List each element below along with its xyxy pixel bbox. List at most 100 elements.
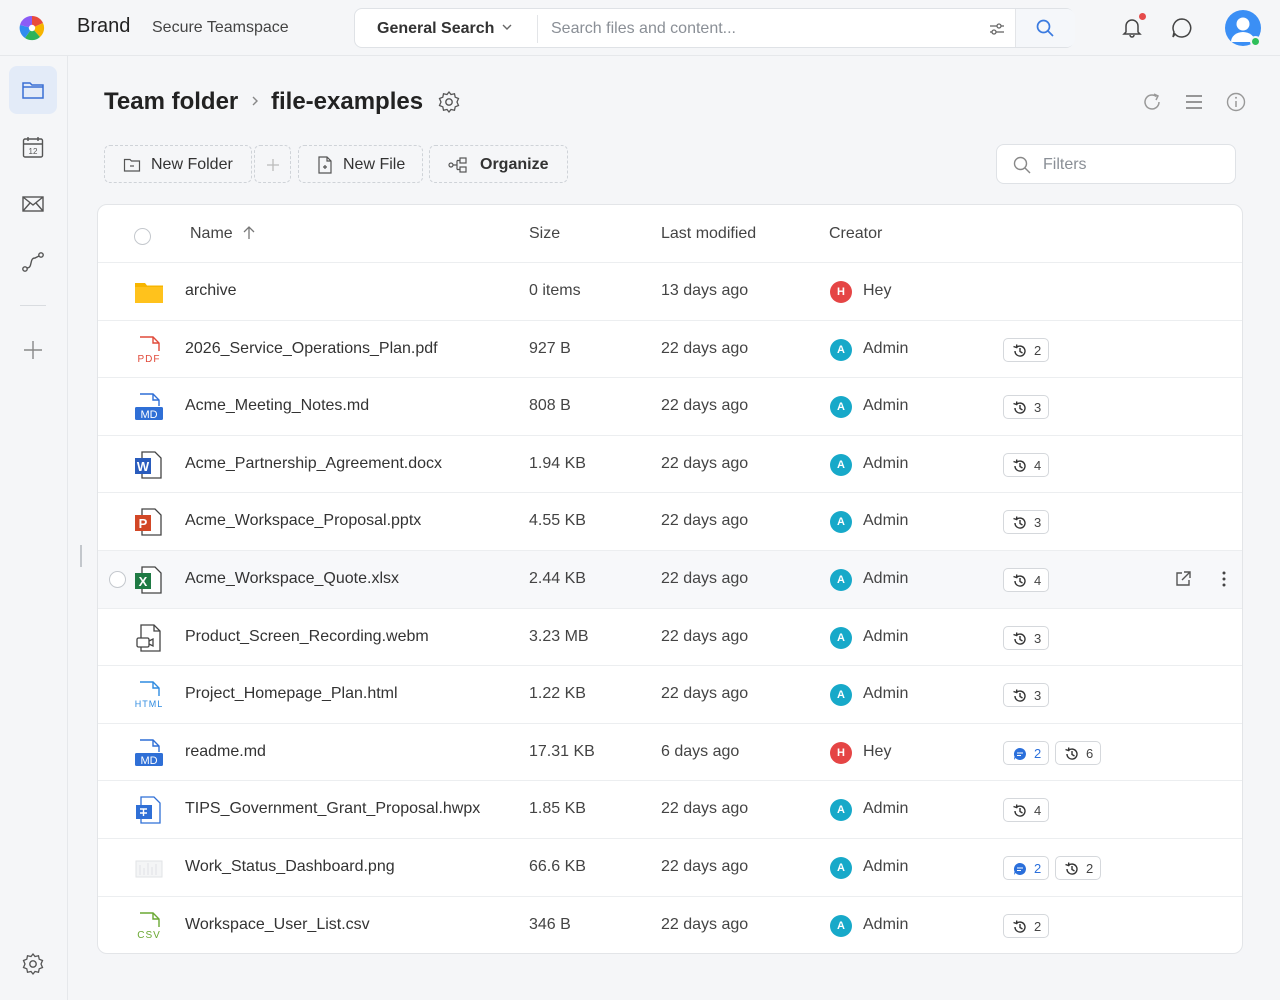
left-rail: 12 xyxy=(0,56,68,1000)
table-row[interactable]: X Acme_Workspace_Quote.xlsx 2.44 KB 22 days… xyxy=(98,551,1242,609)
file-size: 3.23 MB xyxy=(529,627,589,645)
table-row[interactable]: TIPS_Government_Grant_Proposal.hwpx 1.85 … xyxy=(98,781,1242,839)
versions-badge[interactable]: 2 xyxy=(1003,337,1049,362)
file-name[interactable]: Acme_Workspace_Quote.xlsx xyxy=(185,570,399,588)
versions-badge[interactable]: 2 xyxy=(1003,913,1049,938)
rail-divider xyxy=(20,305,46,306)
search-icon xyxy=(1036,19,1054,37)
file-modified: 22 days ago xyxy=(661,570,749,587)
table-row[interactable]: MD readme.md 17.31 KB 6 days ago H Hey 2 6 xyxy=(98,724,1242,782)
table-row[interactable]: W Acme_Partnership_Agreement.docx 1.94 KB 2… xyxy=(98,436,1242,494)
sort-ascending-icon[interactable] xyxy=(242,225,256,241)
rail-item-calendar[interactable]: 12 xyxy=(9,123,57,171)
folder-file-icon xyxy=(134,277,164,307)
file-name[interactable]: Work_Status_Dashboard.png xyxy=(185,858,395,876)
brand-name[interactable]: Brand xyxy=(77,15,130,38)
table-header: Name Size Last modified Creator xyxy=(98,205,1242,263)
brand-logo-icon[interactable] xyxy=(18,14,46,42)
table-row[interactable]: Product_Screen_Recording.webm 3.23 MB 22 d… xyxy=(98,609,1242,667)
row-checkbox[interactable] xyxy=(109,571,126,588)
table-row[interactable]: HTML Project_Homepage_Plan.html 1.22 KB 22 … xyxy=(98,666,1242,724)
pptx-file-icon: P xyxy=(134,507,164,537)
docx-file-icon: W xyxy=(134,450,164,480)
chevron-down-icon[interactable] xyxy=(501,21,513,33)
creator-name: Admin xyxy=(863,627,909,645)
file-name[interactable]: Acme_Partnership_Agreement.docx xyxy=(185,455,442,473)
creator-name: Admin xyxy=(863,512,909,530)
new-folder-button[interactable]: New Folder xyxy=(104,145,252,183)
versions-badge[interactable]: 3 xyxy=(1003,683,1049,708)
column-header-modified[interactable]: Last modified xyxy=(661,225,756,243)
file-name[interactable]: Acme_Workspace_Proposal.pptx xyxy=(185,512,421,530)
table-row[interactable]: archive 0 items 13 days ago H Hey xyxy=(98,263,1242,321)
versions-badge[interactable]: 6 xyxy=(1055,740,1101,765)
rail-item-settings[interactable] xyxy=(9,940,57,988)
search-input[interactable] xyxy=(551,15,971,43)
rail-item-files[interactable] xyxy=(9,66,57,114)
html-file-icon: HTML xyxy=(134,680,164,710)
versions-badge[interactable]: 2 xyxy=(1055,856,1101,880)
file-name[interactable]: Acme_Meeting_Notes.md xyxy=(185,397,369,415)
breadcrumb-root[interactable]: Team folder xyxy=(104,88,238,116)
organize-button[interactable]: Organize xyxy=(429,145,568,183)
versions-badge[interactable]: 3 xyxy=(1003,510,1049,535)
folder-settings-icon[interactable] xyxy=(437,90,461,114)
file-name[interactable]: TIPS_Government_Grant_Proposal.hwpx xyxy=(185,800,480,818)
search-options-icon[interactable] xyxy=(989,21,1005,37)
plus-icon xyxy=(267,159,279,171)
table-row[interactable]: CSV Workspace_User_List.csv 346 B 22 days a… xyxy=(98,897,1242,953)
chat-icon[interactable] xyxy=(1171,17,1193,39)
calendar-icon: 12 xyxy=(22,137,44,158)
svg-text:CSV: CSV xyxy=(137,930,161,941)
search-scope-dropdown[interactable]: General Search xyxy=(377,20,494,38)
creator-name: Admin xyxy=(863,339,909,357)
search-button[interactable] xyxy=(1015,9,1075,47)
svg-text:HTML: HTML xyxy=(135,699,164,709)
new-file-button[interactable]: New File xyxy=(298,145,423,183)
file-name[interactable]: Workspace_User_List.csv xyxy=(185,916,370,934)
table-row[interactable]: MD Acme_Meeting_Notes.md 808 B 22 days ago A… xyxy=(98,378,1242,436)
table-row[interactable]: Work_Status_Dashboard.png 66.6 KB 22 days … xyxy=(98,839,1242,897)
select-all-checkbox[interactable] xyxy=(134,228,151,245)
column-header-creator[interactable]: Creator xyxy=(829,225,882,243)
add-more-button[interactable] xyxy=(254,145,291,183)
versions-badge[interactable]: 3 xyxy=(1003,625,1049,650)
comments-badge[interactable]: 2 xyxy=(1003,856,1049,880)
file-name[interactable]: 2026_Service_Operations_Plan.pdf xyxy=(185,340,438,358)
table-row[interactable]: P Acme_Workspace_Proposal.pptx 4.55 KB 22 d… xyxy=(98,493,1242,551)
file-modified: 6 days ago xyxy=(661,742,740,760)
creator-avatar: A xyxy=(830,684,852,707)
versions-badge[interactable]: 4 xyxy=(1003,568,1049,592)
column-header-name[interactable]: Name xyxy=(190,225,233,243)
refresh-icon[interactable] xyxy=(1141,91,1163,113)
creator-name: Admin xyxy=(863,800,909,818)
file-size: 808 B xyxy=(529,397,571,415)
more-options-icon[interactable] xyxy=(1214,569,1234,589)
rail-item-add[interactable] xyxy=(9,326,57,374)
version-history-icon xyxy=(1065,862,1078,875)
rail-item-mail[interactable] xyxy=(9,180,57,228)
version-history-icon xyxy=(1065,747,1078,760)
file-name[interactable]: archive xyxy=(185,282,237,300)
version-history-icon xyxy=(1013,574,1026,587)
file-name[interactable]: readme.md xyxy=(185,743,266,761)
file-plus-icon xyxy=(318,156,332,174)
file-name[interactable]: Project_Homepage_Plan.html xyxy=(185,685,398,703)
table-row[interactable]: PDF 2026_Service_Operations_Plan.pdf 927 B… xyxy=(98,321,1242,379)
list-view-icon[interactable] xyxy=(1183,91,1205,113)
rail-item-workflow[interactable] xyxy=(9,238,57,286)
panel-resize-handle[interactable] xyxy=(80,545,82,567)
comments-badge[interactable]: 2 xyxy=(1003,740,1049,765)
open-external-icon[interactable] xyxy=(1173,569,1193,589)
file-name[interactable]: Product_Screen_Recording.webm xyxy=(185,628,429,646)
creator-avatar: H xyxy=(830,741,852,764)
versions-badge[interactable]: 3 xyxy=(1003,395,1049,420)
versions-badge[interactable]: 4 xyxy=(1003,798,1049,823)
info-icon[interactable] xyxy=(1225,91,1247,113)
search-icon xyxy=(1013,156,1031,174)
organize-icon xyxy=(448,157,467,173)
column-header-size[interactable]: Size xyxy=(529,225,560,243)
filters-input[interactable] xyxy=(1043,153,1223,177)
workspace-name[interactable]: Secure Teamspace xyxy=(152,19,289,37)
versions-badge[interactable]: 4 xyxy=(1003,452,1049,477)
